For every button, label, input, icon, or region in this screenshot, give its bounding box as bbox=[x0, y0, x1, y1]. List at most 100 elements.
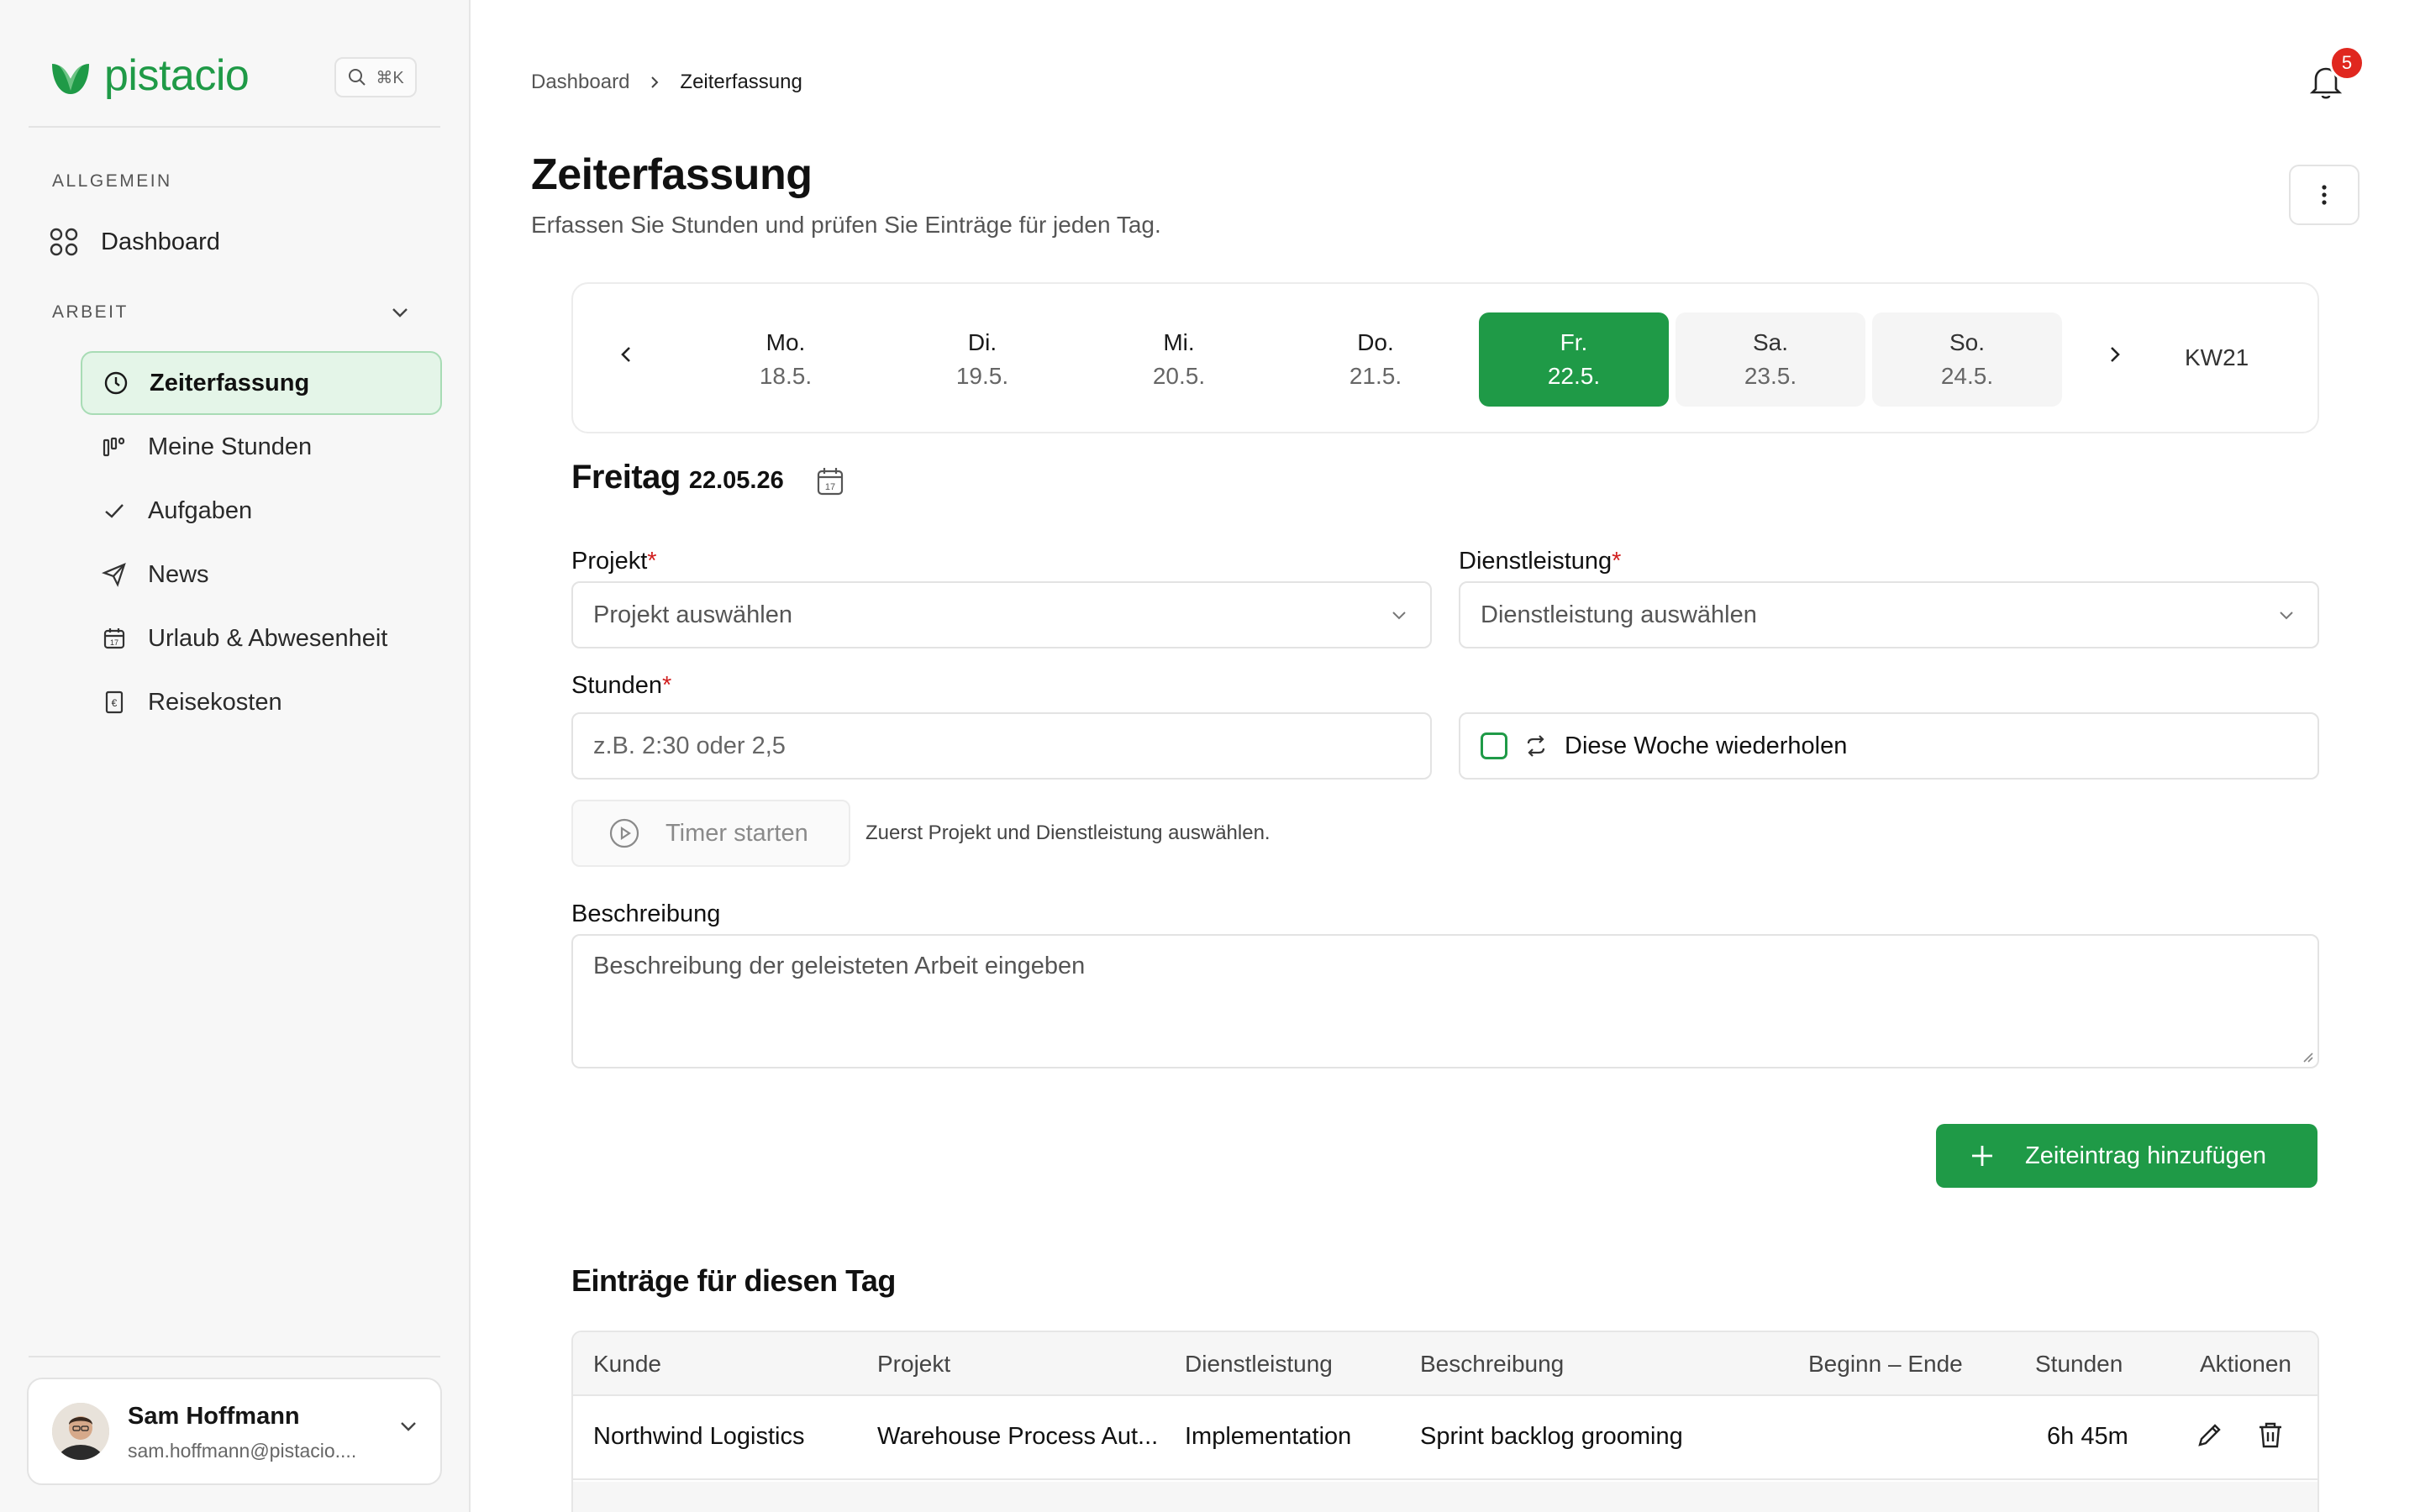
table-header: Kunde Projekt Dienstleistung Beschreibun… bbox=[573, 1332, 2317, 1396]
brand-logo[interactable]: pistacio bbox=[49, 50, 250, 101]
entries-title: Einträge für diesen Tag bbox=[571, 1263, 896, 1298]
more-options-button[interactable] bbox=[2289, 165, 2360, 225]
service-label-text: Dienstleistung bbox=[1459, 548, 1612, 575]
day-name: So. bbox=[1949, 329, 1986, 355]
svg-text:17: 17 bbox=[825, 482, 835, 492]
sidebar-item-meine-stunden[interactable]: Meine Stunden bbox=[81, 415, 442, 479]
day-saturday[interactable]: Sa. 23.5. bbox=[1676, 312, 1865, 407]
search-icon bbox=[349, 69, 366, 86]
clock-icon bbox=[104, 371, 128, 395]
sidebar-item-label: Dashboard bbox=[101, 228, 220, 255]
service-select-value: Dienstleistung auswählen bbox=[1481, 601, 1757, 628]
timer-hint: Zuerst Projekt und Dienstleistung auswäh… bbox=[865, 822, 1270, 844]
sidebar: pistacio ⌘K ALLGEMEIN Dashboard ARBEIT Z… bbox=[0, 0, 471, 1512]
calendar-icon: 17 bbox=[817, 468, 844, 496]
breadcrumb-current: Zeiterfassung bbox=[680, 71, 802, 93]
chevron-right-icon bbox=[2111, 347, 2120, 362]
repeat-week-checkbox[interactable] bbox=[1481, 732, 1507, 759]
selected-day-date: 22.05.26 bbox=[688, 467, 784, 494]
chevron-down-icon bbox=[392, 308, 408, 318]
day-name: Mi. bbox=[1163, 329, 1195, 355]
hours-label: Stunden* bbox=[571, 672, 671, 700]
hours-input-placeholder: z.B. 2:30 oder 2,5 bbox=[593, 732, 786, 759]
collapse-work-button[interactable] bbox=[388, 301, 412, 324]
trash-icon bbox=[2260, 1422, 2281, 1448]
chevron-down-icon bbox=[401, 1422, 416, 1431]
search-button[interactable]: ⌘K bbox=[334, 57, 417, 97]
bar-chart-icon bbox=[103, 437, 125, 457]
project-select[interactable]: Projekt auswählen bbox=[571, 581, 1432, 648]
day-date: 22.5. bbox=[1547, 363, 1601, 389]
prev-week-button[interactable] bbox=[615, 343, 639, 366]
add-time-entry-button[interactable]: Zeiteintrag hinzufügen bbox=[1936, 1124, 2317, 1188]
add-time-entry-label: Zeiteintrag hinzufügen bbox=[2025, 1142, 2266, 1169]
required-mark: * bbox=[662, 672, 672, 699]
project-label: Projekt* bbox=[571, 548, 657, 575]
cell-projekt: Warehouse Process Aut... bbox=[877, 1423, 1159, 1450]
sidebar-item-zeiterfassung[interactable]: Zeiterfassung bbox=[81, 351, 442, 415]
day-tuesday[interactable]: Di. 19.5. bbox=[887, 312, 1077, 407]
day-name: Mo. bbox=[765, 329, 806, 355]
service-select[interactable]: Dienstleistung auswählen bbox=[1459, 581, 2319, 648]
sidebar-item-label: Zeiterfassung bbox=[150, 369, 310, 396]
sidebar-item-urlaub[interactable]: 17 Urlaub & Abwesenheit bbox=[81, 606, 442, 670]
brand-name: pistacio bbox=[104, 51, 250, 100]
avatar bbox=[52, 1403, 109, 1460]
section-label-general: ALLGEMEIN bbox=[52, 171, 172, 191]
column-header-dienstleistung[interactable]: Dienstleistung bbox=[1185, 1351, 1333, 1378]
sidebar-item-news[interactable]: News bbox=[81, 543, 442, 606]
day-date: 23.5. bbox=[1744, 363, 1797, 389]
required-mark: * bbox=[1612, 548, 1622, 575]
repeat-icon bbox=[1527, 735, 1545, 757]
day-friday-selected[interactable]: Fr. 22.5. bbox=[1479, 312, 1669, 407]
resize-handle-icon[interactable] bbox=[2301, 1050, 2314, 1063]
column-header-kunde[interactable]: Kunde bbox=[593, 1351, 661, 1378]
day-sunday[interactable]: So. 24.5. bbox=[1872, 312, 2062, 407]
user-menu[interactable]: Sam Hoffmann sam.hoffmann@pistacio.... bbox=[27, 1378, 442, 1485]
sidebar-item-label: Aufgaben bbox=[148, 496, 253, 524]
next-week-button[interactable] bbox=[2102, 343, 2126, 366]
day-monday[interactable]: Mo. 18.5. bbox=[691, 312, 881, 407]
chevron-down-icon bbox=[2280, 612, 2293, 620]
hours-input[interactable]: z.B. 2:30 oder 2,5 bbox=[571, 712, 1432, 780]
selected-day-heading: Freitag 22.05.26 bbox=[571, 459, 784, 496]
column-header-projekt[interactable]: Projekt bbox=[877, 1351, 950, 1378]
calendar-icon: 17 bbox=[103, 628, 125, 649]
day-name: Fr. bbox=[1560, 329, 1588, 355]
page-subtitle: Erfassen Sie Stunden und prüfen Sie Eint… bbox=[531, 212, 1161, 238]
pencil-icon bbox=[2198, 1424, 2221, 1446]
sidebar-item-aufgaben[interactable]: Aufgaben bbox=[81, 479, 442, 543]
breadcrumb: Dashboard Zeiterfassung bbox=[531, 71, 802, 94]
svg-text:17: 17 bbox=[110, 638, 118, 647]
cell-beschreibung: Sprint backlog grooming bbox=[1420, 1423, 1683, 1450]
column-header-stunden[interactable]: Stunden bbox=[2035, 1351, 2123, 1378]
sidebar-item-reisekosten[interactable]: € Reisekosten bbox=[81, 670, 442, 734]
user-menu-chevron[interactable] bbox=[397, 1415, 420, 1438]
start-timer-button[interactable]: Timer starten bbox=[571, 800, 850, 867]
cell-stunden: 6h 45m bbox=[2047, 1423, 2128, 1450]
search-shortcut: ⌘K bbox=[376, 68, 404, 87]
day-thursday[interactable]: Do. 21.5. bbox=[1281, 312, 1470, 407]
day-wednesday[interactable]: Mi. 20.5. bbox=[1084, 312, 1274, 407]
plus-icon bbox=[1972, 1146, 1992, 1166]
send-icon bbox=[101, 563, 126, 587]
date-picker-button[interactable]: 17 bbox=[815, 465, 845, 497]
repeat-week-toggle[interactable]: Diese Woche wiederholen bbox=[1459, 712, 2319, 780]
breadcrumb-link-dashboard[interactable]: Dashboard bbox=[531, 71, 629, 94]
sidebar-item-label: Reisekosten bbox=[148, 688, 282, 716]
user-name: Sam Hoffmann bbox=[128, 1403, 300, 1430]
delete-entry-button[interactable] bbox=[2255, 1420, 2286, 1450]
svg-text:€: € bbox=[112, 697, 118, 709]
column-header-beginn-ende[interactable]: Beginn – Ende bbox=[1808, 1351, 1963, 1378]
notification-badge: 5 bbox=[2329, 45, 2365, 81]
edit-entry-button[interactable] bbox=[2195, 1420, 2225, 1450]
start-timer-label: Timer starten bbox=[666, 819, 808, 847]
column-header-beschreibung[interactable]: Beschreibung bbox=[1420, 1351, 1564, 1378]
sidebar-item-label: Urlaub & Abwesenheit bbox=[148, 624, 388, 652]
sidebar-item-dashboard[interactable]: Dashboard bbox=[49, 220, 220, 264]
description-textarea[interactable]: Beschreibung der geleisteten Arbeit eing… bbox=[571, 934, 2319, 1068]
day-date: 21.5. bbox=[1349, 363, 1402, 389]
chevron-right-icon bbox=[651, 76, 659, 88]
required-mark: * bbox=[647, 548, 657, 575]
day-date: 19.5. bbox=[955, 363, 1009, 389]
